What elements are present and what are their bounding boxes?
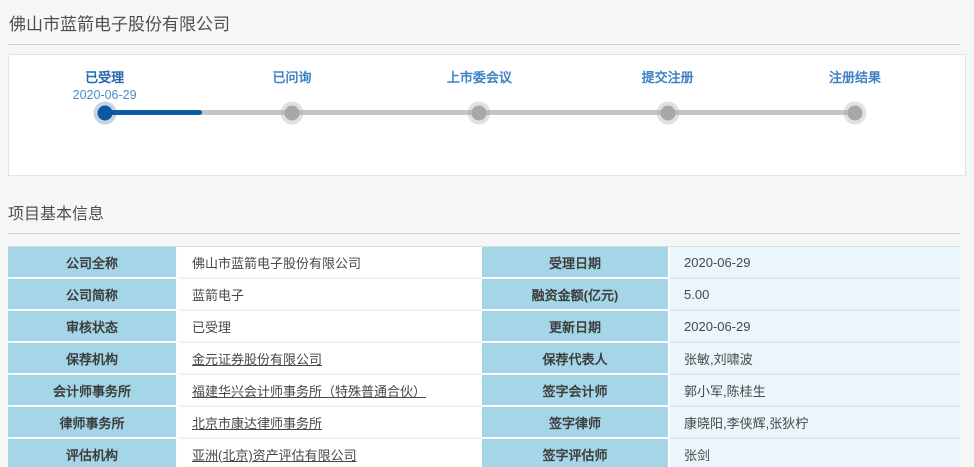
row-label: 会计师事务所 [8,375,178,407]
timeline-step-registration-result: 注册结果 [829,67,881,86]
table-row: 保荐机构 金元证券股份有限公司 保荐代表人 张敏,刘啸波 [8,343,960,375]
timeline-dot-active [97,105,113,120]
timeline-step-submit-registration: 提交注册 [642,67,694,86]
row-label: 保荐代表人 [482,343,670,375]
row-label: 签字律师 [482,407,670,439]
row-label: 律师事务所 [8,407,178,439]
timeline-step-accepted: 已受理 2020-06-29 [73,67,137,102]
timeline-dot [471,105,487,120]
timeline-step-inquired: 已问询 [272,67,311,86]
table-row: 审核状态 已受理 更新日期 2020-06-29 [8,311,960,343]
step-label: 已问询 [272,70,312,85]
row-label: 融资金额(亿元) [482,279,670,311]
row-label: 审核状态 [8,311,178,343]
row-value: 张剑 [670,439,960,467]
row-label: 评估机构 [8,439,178,467]
row-label: 保荐机构 [8,343,178,375]
timeline-panel: 已受理 2020-06-29 已问询 上市委会议 提交注册 注册结果 [8,54,966,176]
table-row: 公司简称 蓝箭电子 融资金额(亿元) 5.00 [8,279,960,311]
project-info-table: 公司全称 佛山市蓝箭电子股份有限公司 受理日期 2020-06-29 公司简称 … [8,246,960,467]
row-value: 康晓阳,李侠辉,张狄柠 [670,407,960,439]
step-label: 上市委会议 [446,70,512,85]
timeline-dot [660,105,676,120]
section-title-basic-info: 项目基本信息 [8,200,960,234]
step-label: 注册结果 [829,70,882,85]
page-title: 佛山市蓝箭电子股份有限公司 [8,8,960,45]
table-row: 公司全称 佛山市蓝箭电子股份有限公司 受理日期 2020-06-29 [8,247,960,279]
row-label: 受理日期 [482,247,670,279]
row-label: 签字评估师 [482,439,670,467]
accounting-firm-link[interactable]: 福建华兴会计师事务所（特殊普通合伙） [192,384,426,399]
row-value: 2020-06-29 [670,247,960,279]
row-label: 公司简称 [8,279,178,311]
row-value: 5.00 [670,279,960,311]
timeline-step-committee-meeting: 上市委会议 [447,67,512,86]
table-row: 律师事务所 北京市康达律师事务所 签字律师 康晓阳,李侠辉,张狄柠 [8,407,960,439]
row-value: 佛山市蓝箭电子股份有限公司 [178,247,482,279]
page-container: 佛山市蓝箭电子股份有限公司 已受理 2020-06-29 已问询 上市委会议 提… [0,0,967,467]
timeline-dot [284,105,300,120]
table-row: 评估机构 亚洲(北京)资产评估有限公司 签字评估师 张剑 [8,439,960,467]
row-value: 2020-06-29 [670,311,960,343]
step-label: 提交注册 [641,70,694,85]
row-value: 张敏,刘啸波 [670,343,960,375]
row-label: 更新日期 [482,311,670,343]
timeline-dot [847,105,863,120]
timeline-progress [104,110,203,115]
row-value: 蓝箭电子 [178,279,482,311]
row-value: 郭小军,陈桂生 [670,375,960,407]
law-firm-link[interactable]: 北京市康达律师事务所 [192,416,322,431]
sponsor-org-link[interactable]: 金元证券股份有限公司 [192,352,322,367]
row-label: 公司全称 [8,247,178,279]
step-date: 2020-06-29 [72,88,137,102]
step-label: 已受理 [85,70,125,85]
table-row: 会计师事务所 福建华兴会计师事务所（特殊普通合伙） 签字会计师 郭小军,陈桂生 [8,375,960,407]
row-value: 已受理 [178,311,482,343]
appraisal-org-link[interactable]: 亚洲(北京)资产评估有限公司 [192,448,357,463]
row-label: 签字会计师 [482,375,670,407]
